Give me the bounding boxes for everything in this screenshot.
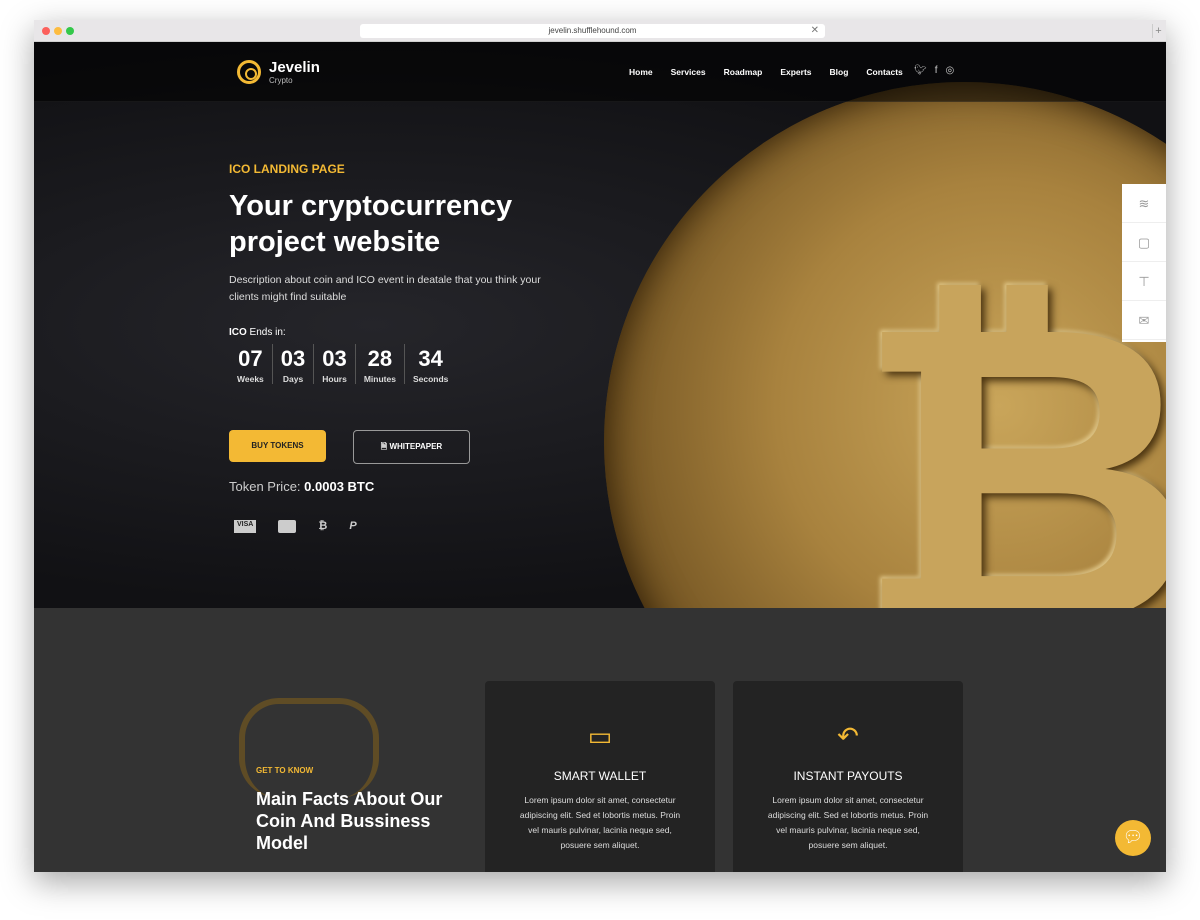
side-toolbar: ≋ ▢ ⊤ ✉: [1122, 184, 1166, 342]
ico-label: ICO: [229, 327, 247, 338]
facebook-icon[interactable]: f: [935, 65, 938, 76]
payment-methods: VISA MC ₿ P: [234, 520, 357, 533]
hero-title: Your cryptocurrency project website: [229, 190, 513, 258]
countdown-value: 03: [280, 346, 306, 371]
ico-ends-label: ICO Ends in:: [229, 327, 286, 338]
facts-pretitle: GET TO KNOW: [256, 766, 314, 775]
facts-title: Main Facts About Our Coin And Bussiness …: [256, 789, 443, 853]
buy-tokens-button[interactable]: BUY TOKENS: [229, 430, 326, 462]
whitepaper-button[interactable]: 🗎 WHITEPAPER: [353, 430, 470, 464]
layers-icon[interactable]: ≋: [1122, 184, 1166, 223]
maximize-window-button[interactable]: [66, 27, 74, 35]
card-title: INSTANT PAYOUTS: [793, 769, 903, 783]
card-text: Lorem ipsum dolor sit amet, consectetur …: [519, 795, 681, 850]
logo-icon[interactable]: [237, 60, 261, 84]
close-icon[interactable]: ✕: [811, 24, 819, 38]
hero-description: Description about coin and ICO event in …: [229, 274, 541, 303]
card-title: SMART WALLET: [553, 769, 647, 783]
countdown-seconds: 34 Seconds: [405, 344, 456, 384]
countdown-value: 34: [418, 346, 443, 371]
countdown-value: 07: [238, 346, 263, 371]
logo-tagline: Crypto: [269, 76, 293, 85]
reply-arrow-icon: ↶: [837, 721, 859, 751]
countdown-value: 28: [367, 346, 393, 371]
twitter-icon[interactable]: 🐦︎: [914, 65, 927, 76]
signpost-icon[interactable]: ⊤: [1122, 262, 1166, 301]
chat-button[interactable]: 💬︎: [1115, 820, 1151, 856]
nav-roadmap[interactable]: Roadmap: [724, 67, 763, 77]
minimize-window-button[interactable]: [54, 27, 62, 35]
feature-card-instant-payouts: ↶ INSTANT PAYOUTS Lorem ipsum dolor sit …: [733, 681, 963, 872]
nav-services[interactable]: Services: [671, 67, 706, 77]
countdown: 07 Weeks 03 Days 03 Hours 28 Minutes 34 Secon…: [229, 344, 456, 384]
chat-icon: 💬︎: [1122, 829, 1144, 846]
countdown-label: Days: [282, 374, 304, 384]
wallet-icon: ▭: [587, 721, 613, 751]
nav-contacts[interactable]: Contacts: [866, 67, 902, 77]
new-tab-button[interactable]: +: [1152, 24, 1164, 38]
countdown-value: 03: [322, 346, 347, 371]
hero-section: ₿ Jevelin Crypto Home Services Roadmap E…: [34, 42, 1166, 608]
price-label: Token Price:: [229, 479, 305, 494]
address-bar[interactable]: jevelin.shufflehound.com ✕: [360, 24, 825, 38]
facts-section: GET TO KNOW Main Facts About Our Coin An…: [34, 608, 1166, 872]
glasses-icon: [239, 698, 379, 798]
browser-toolbar: jevelin.shufflehound.com ✕ +: [34, 20, 1166, 42]
countdown-label: Weeks: [237, 374, 264, 384]
countdown-hours: 03 Hours: [314, 344, 356, 384]
visa-icon: VISA: [234, 520, 257, 533]
whitepaper-label: WHITEPAPER: [389, 442, 443, 451]
shopping-bag-icon[interactable]: ▢: [1122, 223, 1166, 262]
countdown-weeks: 07 Weeks: [229, 344, 273, 384]
feature-card-smart-wallet: ▭ SMART WALLET Lorem ipsum dolor sit ame…: [485, 681, 715, 872]
hero-pretitle: ICO LANDING PAGE: [229, 162, 345, 176]
url-text: jevelin.shufflehound.com: [548, 26, 637, 35]
ends-in-label: Ends in:: [246, 327, 286, 338]
countdown-label: Minutes: [363, 374, 396, 384]
bitcoin-image: ₿: [604, 82, 1166, 608]
nav-experts[interactable]: Experts: [780, 67, 811, 77]
countdown-label: Seconds: [412, 374, 449, 384]
countdown-label: Hours: [322, 374, 347, 384]
nav-blog[interactable]: Blog: [830, 67, 849, 77]
card-text: Lorem ipsum dolor sit amet, consectetur …: [767, 795, 929, 850]
mail-icon[interactable]: ✉: [1122, 301, 1166, 340]
navbar: Jevelin Crypto Home Services Roadmap Exp…: [34, 42, 1166, 102]
mastercard-icon: MC: [278, 520, 297, 533]
token-price: Token Price: 0.0003 BTC: [229, 479, 374, 494]
nav-home[interactable]: Home: [629, 67, 653, 77]
close-window-button[interactable]: [42, 27, 50, 35]
paypal-icon: P: [349, 520, 357, 532]
price-value: 0.0003 BTC: [304, 479, 375, 494]
instagram-icon[interactable]: ◎: [945, 65, 954, 76]
countdown-days: 03 Days: [273, 344, 315, 384]
countdown-minutes: 28 Minutes: [356, 344, 405, 384]
bitcoin-icon: ₿: [318, 520, 328, 532]
logo-name[interactable]: Jevelin: [269, 59, 320, 76]
browser-window: jevelin.shufflehound.com ✕ + ₿ Jevelin Cr…: [34, 20, 1166, 872]
